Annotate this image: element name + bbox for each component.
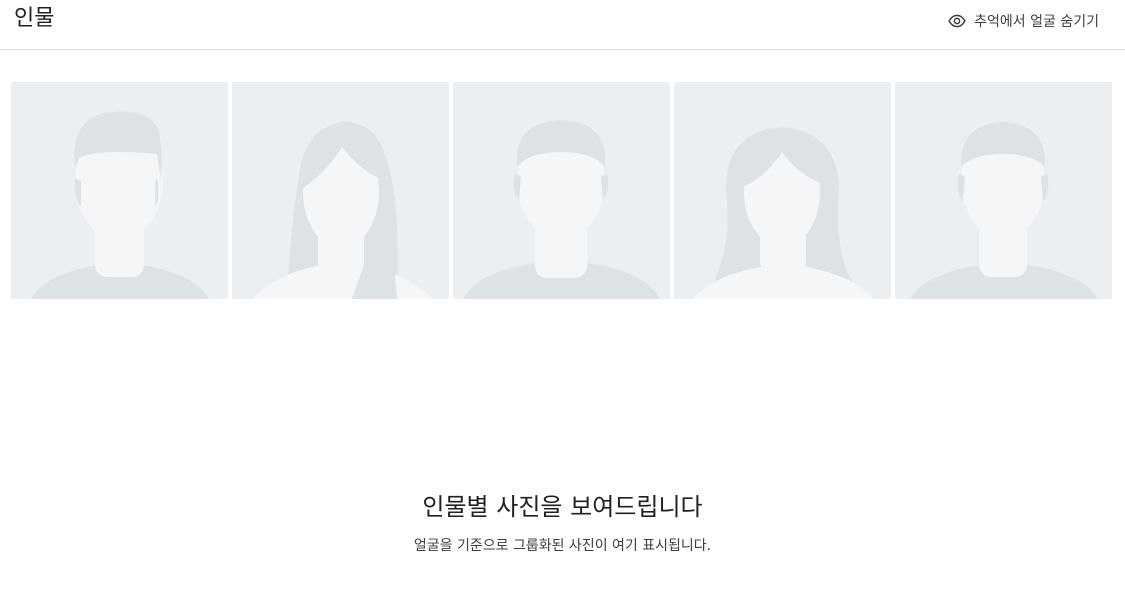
empty-state-title: 인물별 사진을 보여드립니다 [422, 493, 703, 521]
woman-silhouette-icon [692, 127, 874, 299]
man-silhouette-icon [31, 111, 209, 299]
placeholder-woman-tile [232, 82, 449, 299]
placeholder-man-tile [11, 82, 228, 299]
eye-icon [948, 12, 966, 30]
hide-faces-button[interactable]: 추억에서 얼굴 숨기기 [948, 10, 1099, 32]
hide-faces-label: 추억에서 얼굴 숨기기 [974, 14, 1099, 30]
header: 인물 추억에서 얼굴 숨기기 [0, 0, 1125, 50]
placeholder-grid [11, 82, 1112, 299]
placeholder-man-tile [453, 82, 670, 299]
empty-state: 인물별 사진을 보여드립니다 얼굴을 기준으로 그룹화된 사진이 여기 표시됩니… [0, 492, 1125, 557]
empty-state-subtitle: 얼굴을 기준으로 그룹화된 사진이 여기 표시됩니다. [413, 538, 712, 554]
man-silhouette-icon [910, 122, 1098, 299]
placeholder-woman-tile [674, 82, 891, 299]
page-title: 인물 [14, 6, 55, 31]
man-silhouette-icon [463, 120, 660, 299]
woman-silhouette-icon [252, 121, 432, 299]
placeholder-man-tile [895, 82, 1112, 299]
